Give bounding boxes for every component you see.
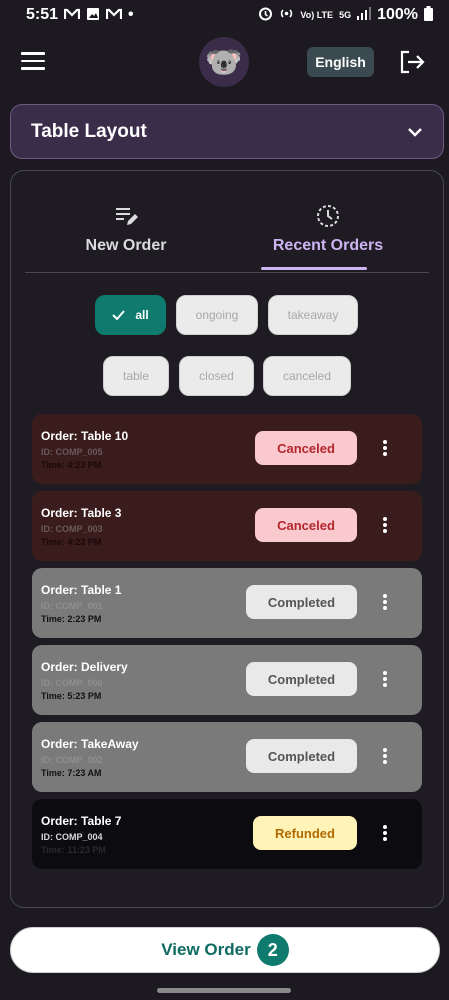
logout-icon bbox=[400, 50, 425, 74]
menu-icon bbox=[21, 52, 45, 55]
more-options-button[interactable] bbox=[378, 748, 392, 766]
mail-icon bbox=[105, 7, 123, 23]
order-title: Order: Table 3 bbox=[41, 506, 122, 520]
view-order-button[interactable]: View Order 2 bbox=[10, 927, 440, 973]
status-left: 5:51 • bbox=[26, 6, 134, 24]
order-time: Time: 5:23 PM bbox=[41, 691, 102, 701]
order-card[interactable]: Order: Table 7 ID: COMP_004 Time: 11:23 … bbox=[32, 799, 422, 869]
status-dot: • bbox=[128, 6, 134, 23]
history-icon bbox=[317, 205, 339, 227]
order-title: Order: Table 1 bbox=[41, 583, 122, 597]
filter-chip-closed[interactable]: closed bbox=[179, 356, 254, 396]
alarm-icon bbox=[258, 6, 273, 24]
status-badge: Refunded bbox=[253, 816, 357, 850]
order-id: ID: COMP_003 bbox=[41, 524, 103, 534]
status-time: 5:51 bbox=[26, 6, 59, 23]
status-badge: Completed bbox=[246, 662, 357, 696]
signal-icon bbox=[357, 7, 372, 23]
edit-list-icon bbox=[116, 208, 138, 225]
volte-label: Vo) LTE bbox=[300, 9, 334, 20]
status-right: Vo) LTE 5G 100% bbox=[258, 6, 433, 24]
tab-recent-orders-label: Recent Orders bbox=[272, 237, 384, 254]
order-tabs: New Order Recent Orders bbox=[25, 199, 429, 273]
hotspot-icon bbox=[279, 6, 294, 24]
table-layout-dropdown[interactable]: Table Layout bbox=[10, 104, 444, 159]
view-order-label: View Order bbox=[161, 940, 251, 959]
filter-chip-canceled[interactable]: canceled bbox=[263, 356, 351, 396]
menu-button[interactable] bbox=[21, 52, 45, 70]
order-card[interactable]: Order: Table 3 ID: COMP_003 Time: 4:23 P… bbox=[32, 491, 422, 561]
order-id: ID: COMP_006 bbox=[41, 678, 103, 688]
active-tab-indicator bbox=[261, 267, 367, 270]
mail-icon bbox=[63, 7, 81, 23]
app-header: 🐨 English bbox=[0, 34, 449, 90]
chevron-down-icon bbox=[408, 127, 422, 137]
status-badge: Completed bbox=[246, 739, 357, 773]
network-label: 5G bbox=[339, 9, 352, 20]
order-time: Time: 11:23 PM bbox=[41, 845, 106, 855]
status-bar: 5:51 • Vo) LTE 5G 100% bbox=[0, 0, 449, 30]
logout-button[interactable] bbox=[398, 48, 426, 76]
tab-new-order-label: New Order bbox=[85, 237, 167, 254]
status-badge: Completed bbox=[246, 585, 357, 619]
order-id: ID: COMP_005 bbox=[41, 447, 103, 457]
home-indicator[interactable] bbox=[157, 988, 291, 993]
order-time: Time: 2:23 PM bbox=[41, 614, 102, 624]
order-title: Order: Delivery bbox=[41, 660, 128, 674]
more-options-button[interactable] bbox=[378, 440, 392, 458]
dropdown-label: Table Layout bbox=[31, 120, 147, 142]
order-card[interactable]: Order: Table 1 ID: COMP_001 Time: 2:23 P… bbox=[32, 568, 422, 638]
order-card[interactable]: Order: Table 10 ID: COMP_005 Time: 4:23 … bbox=[32, 414, 422, 484]
more-options-button[interactable] bbox=[378, 594, 392, 612]
more-options-button[interactable] bbox=[378, 825, 392, 843]
image-icon bbox=[86, 7, 100, 24]
order-id: ID: COMP_004 bbox=[41, 832, 103, 842]
language-button[interactable]: English bbox=[307, 47, 374, 77]
order-time: Time: 7:23 AM bbox=[41, 768, 102, 778]
filter-chip-takeaway[interactable]: takeaway bbox=[268, 295, 358, 335]
tab-new-order[interactable]: New Order bbox=[25, 199, 227, 273]
order-title: Order: Table 7 bbox=[41, 814, 122, 828]
order-card[interactable]: Order: Delivery ID: COMP_006 Time: 5:23 … bbox=[32, 645, 422, 715]
avatar[interactable]: 🐨 bbox=[199, 37, 249, 87]
more-options-button[interactable] bbox=[378, 671, 392, 689]
battery-label: 100% bbox=[377, 6, 418, 23]
order-title: Order: Table 10 bbox=[41, 429, 129, 443]
filter-chip-table[interactable]: table bbox=[103, 356, 169, 396]
tab-recent-orders[interactable]: Recent Orders bbox=[227, 199, 429, 273]
filter-chip-all[interactable]: all bbox=[95, 295, 166, 335]
more-options-button[interactable] bbox=[378, 517, 392, 535]
order-title: Order: TakeAway bbox=[41, 737, 139, 751]
order-id: ID: COMP_001 bbox=[41, 601, 103, 611]
filter-chip-label: all bbox=[135, 308, 149, 322]
order-id: ID: COMP_002 bbox=[41, 755, 103, 765]
order-time: Time: 4:23 PM bbox=[41, 537, 102, 547]
order-card[interactable]: Order: TakeAway ID: COMP_002 Time: 7:23 … bbox=[32, 722, 422, 792]
status-badge: Canceled bbox=[255, 508, 357, 542]
filter-chip-ongoing[interactable]: ongoing bbox=[176, 295, 258, 335]
order-count-badge: 2 bbox=[256, 934, 289, 966]
battery-icon bbox=[424, 6, 433, 24]
status-badge: Canceled bbox=[255, 431, 357, 465]
order-time: Time: 4:23 PM bbox=[41, 460, 102, 470]
check-icon bbox=[112, 310, 126, 320]
